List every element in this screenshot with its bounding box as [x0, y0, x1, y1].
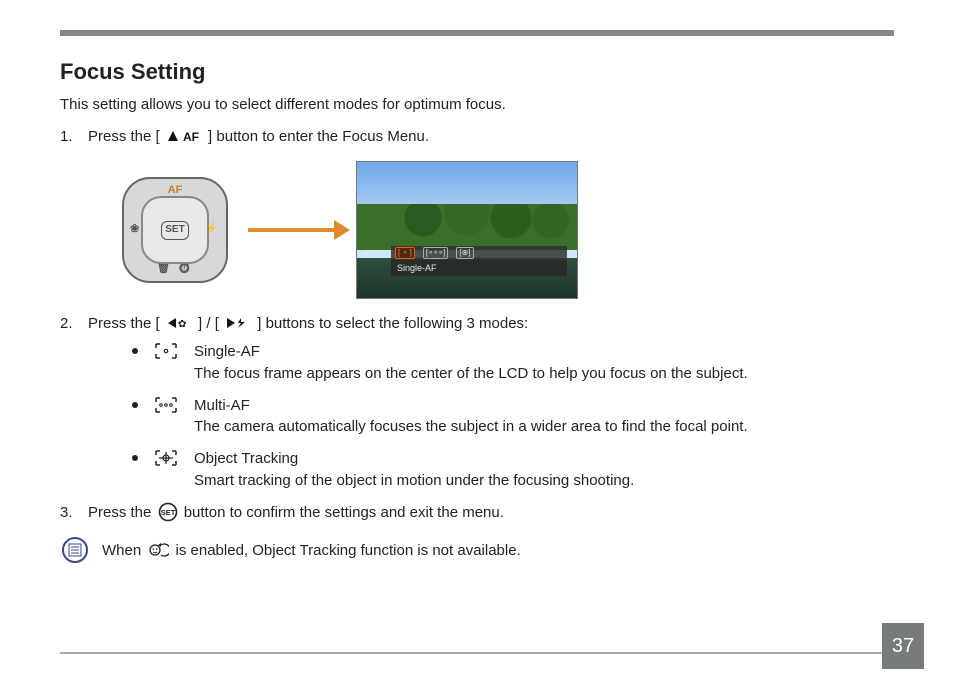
figure-row: AF ❀ ⚡ 🗑 ⏱ SET + [ ∘ ] [∘∘∘]	[122, 161, 894, 299]
preview-option-tracking: [⊕]	[456, 247, 473, 259]
svg-text:AF: AF	[183, 130, 199, 143]
mode-list: Single-AF The focus frame appears on the…	[88, 341, 894, 492]
step-2: 2. Press the [ ✿ ] / [ ] buttons to sele…	[60, 313, 894, 491]
preview-option-single: [ ∘ ]	[395, 247, 415, 259]
mode-multi-text: Multi-AF The camera automatically focuse…	[194, 395, 748, 439]
mode-single-title: Single-AF	[194, 341, 748, 363]
right-flash-icon	[225, 317, 251, 329]
step-2-number: 2.	[60, 313, 73, 335]
step-2-text-mid: ] / [	[198, 315, 223, 332]
step-1-text-post: ] button to enter the Focus Menu.	[208, 128, 429, 145]
step-2-text-post: ] buttons to select the following 3 mode…	[257, 315, 528, 332]
face-timer-icon	[147, 541, 169, 559]
mode-single-desc: The focus frame appears on the center of…	[194, 365, 748, 382]
svg-text:SET: SET	[160, 508, 175, 517]
heading-focus-setting: Focus Setting	[60, 56, 894, 88]
left-macro-icon: ✿	[166, 317, 192, 329]
step-2-text-pre: Press the [	[88, 315, 164, 332]
note-post: is enabled, Object Tracking function is …	[176, 542, 521, 559]
note-pre: When	[102, 542, 145, 559]
preview-corner-icon: +	[363, 248, 368, 261]
preview-mode-options: [ ∘ ] [∘∘∘] [⊕]	[391, 246, 567, 260]
control-pad-left-icon: ❀	[130, 222, 139, 238]
step-3-number: 3.	[60, 502, 73, 524]
mode-single-text: Single-AF The focus frame appears on the…	[194, 341, 748, 385]
step-3: 3. Press the SET button to confirm the s…	[60, 502, 894, 524]
lcd-preview: + [ ∘ ] [∘∘∘] [⊕] Single-AF	[356, 161, 578, 299]
multi-af-icon	[152, 395, 180, 439]
mode-tracking-title: Object Tracking	[194, 448, 634, 470]
mode-multi-af: Multi-AF The camera automatically focuse…	[132, 395, 894, 439]
object-tracking-icon	[152, 448, 180, 492]
svg-text:✿: ✿	[178, 319, 186, 329]
steps-list: 1. Press the [ AF ] button to enter the …	[60, 126, 894, 524]
preview-mode-label: Single-AF	[391, 260, 567, 276]
note-text: When is enabled, Object Tracking functio…	[102, 540, 521, 562]
mode-tracking-text: Object Tracking Smart tracking of the ob…	[194, 448, 634, 492]
step-3-text-pre: Press the	[88, 504, 156, 521]
mode-tracking-desc: Smart tracking of the object in motion u…	[194, 472, 634, 489]
step-1-text-pre: Press the [	[88, 128, 164, 145]
mode-multi-desc: The camera automatically focuses the sub…	[194, 418, 748, 435]
mode-multi-title: Multi-AF	[194, 395, 748, 417]
control-pad-illustration: AF ❀ ⚡ 🗑 ⏱ SET	[122, 177, 228, 283]
step-3-text-post: button to confirm the settings and exit …	[184, 504, 504, 521]
manual-page: Focus Setting This setting allows you to…	[0, 0, 954, 694]
preview-trees	[357, 204, 577, 250]
note-icon	[60, 535, 90, 565]
mode-object-tracking: Object Tracking Smart tracking of the ob…	[132, 448, 894, 492]
set-button-icon: SET	[158, 502, 178, 522]
arrow-icon	[248, 228, 336, 232]
step-1-number: 1.	[60, 126, 73, 148]
page-number: 37	[882, 623, 924, 669]
top-divider	[60, 30, 894, 36]
mode-single-af: Single-AF The focus frame appears on the…	[132, 341, 894, 385]
bullet-icon	[132, 402, 138, 408]
up-af-icon: AF	[166, 129, 202, 143]
intro-text: This setting allows you to select differ…	[60, 94, 894, 116]
note: When is enabled, Object Tracking functio…	[60, 535, 894, 565]
control-pad-set-label: SET	[161, 221, 188, 240]
single-af-icon	[152, 341, 180, 385]
preview-option-multi: [∘∘∘]	[423, 247, 448, 259]
step-1: 1. Press the [ AF ] button to enter the …	[60, 126, 894, 300]
bullet-icon	[132, 348, 138, 354]
bullet-icon	[132, 455, 138, 461]
control-pad-set-button: SET	[141, 196, 209, 264]
bottom-divider	[60, 652, 894, 654]
